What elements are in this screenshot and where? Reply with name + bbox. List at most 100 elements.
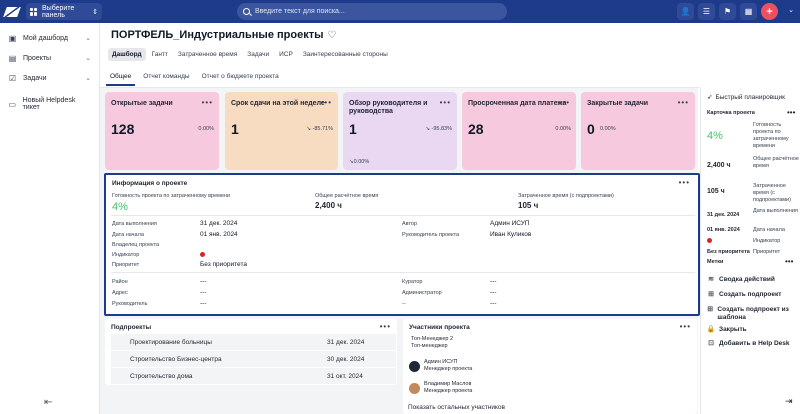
more-icon[interactable]: •••	[785, 257, 793, 266]
subtab-budget-report[interactable]: Отчет о бюджете проекта	[198, 71, 283, 86]
sidebar-item-dashboard[interactable]: ▣ Мой дашборд ⌄	[0, 28, 99, 48]
kpi-card-open-tasks[interactable]: Открытые задачи ••• 128 0.00%	[105, 92, 219, 170]
member-group: Топ-Менеджер 2 Топ-менеджер	[411, 336, 453, 351]
more-icon[interactable]: •••	[559, 98, 570, 107]
tab-tasks[interactable]: Задачи	[243, 48, 273, 61]
sidebar-item-label: Мой дашборд	[23, 34, 68, 42]
sidebar-item-helpdesk[interactable]: ▭ Новый Helpdesk тикет	[0, 94, 99, 114]
collapse-sidebar-icon[interactable]: ⇤	[44, 397, 52, 408]
avatar[interactable]	[409, 361, 420, 372]
subtab-general[interactable]: Общее	[106, 71, 136, 86]
user-icon[interactable]: 👤	[677, 3, 694, 20]
kpi-card-overdue-payment[interactable]: Просроченная дата платежа ••• 28 0.00%	[462, 92, 576, 170]
calendar-icon[interactable]: ▦	[740, 3, 757, 20]
tab-dashboard[interactable]: Дашборд	[108, 48, 146, 61]
more-icon[interactable]: •••	[787, 108, 795, 117]
project-info-panel: Информация о проекте ••• Готовность прое…	[104, 173, 700, 316]
kpi-title: Срок сдачи на этой неделе	[231, 100, 325, 107]
member-item: Админ ИСУП Менеджер проекта	[424, 359, 472, 374]
subproject-name[interactable]: Строительство дома	[111, 373, 327, 380]
more-icon[interactable]: •••	[202, 98, 213, 107]
add-to-helpdesk-action[interactable]: ⊡ Добавить в Help Desk	[707, 340, 789, 348]
member-name[interactable]: Топ-Менеджер 2	[411, 336, 453, 343]
more-icon[interactable]: •••	[380, 322, 391, 331]
create-subproject-action[interactable]: ⊞ Создать подпроект	[707, 291, 781, 299]
field-value[interactable]: Иван Куликов	[490, 231, 531, 238]
show-more-members-link[interactable]: Показать остальных участников	[408, 404, 505, 413]
kpi-card-due-this-week[interactable]: Срок сдачи на этой неделе ••• 1 ↘ -85.71…	[225, 92, 338, 170]
create-subproject-template-action[interactable]: ⊞ Создать подпроект из шаблона	[707, 306, 799, 322]
field-value: 01 янв. 2024	[200, 231, 238, 238]
field-value: ---	[200, 289, 207, 296]
chevron-down-icon[interactable]: ⌄	[85, 74, 91, 82]
kpi-change-value: -85.71%	[312, 126, 334, 132]
tab-wbs[interactable]: ИСР	[275, 48, 297, 61]
stat-value: 4%	[112, 201, 128, 213]
readiness-value: 4%	[707, 130, 723, 142]
subproject-name[interactable]: Проектирование больницы	[111, 339, 327, 346]
panel-title: Подпроекты	[111, 324, 152, 331]
kpi-change: ↘ -95.83%	[425, 126, 452, 132]
tab-gantt[interactable]: Гантт	[148, 48, 172, 61]
field-label: Индикатор	[112, 252, 140, 258]
subproject-name[interactable]: Строительство Бизнес-центра	[111, 356, 327, 363]
kpi-title: Открытые задачи	[111, 100, 173, 107]
heart-icon[interactable]: ♡	[328, 30, 337, 41]
field-label: --	[402, 301, 406, 307]
add-button[interactable]: +	[761, 3, 778, 20]
page-title: ПОРТФЕЛЬ_Индустриальные проекты ♡	[111, 29, 336, 41]
sidebar-item-label: Проекты	[23, 54, 52, 62]
more-icon[interactable]: •••	[680, 322, 691, 331]
panel-select-label: Выберите панель	[42, 4, 75, 19]
chevron-down-icon[interactable]: ⌄	[85, 54, 91, 62]
more-icon[interactable]: •••	[440, 98, 451, 107]
stat-label: Затраченное время (с подпроектами)	[518, 193, 614, 199]
list-settings-icon[interactable]: ☰	[698, 3, 715, 20]
subproject-row[interactable]: Строительство дома 31 окт. 2024	[111, 368, 396, 384]
search-input[interactable]	[255, 8, 495, 15]
collapse-right-panel-icon[interactable]: ⇥	[785, 396, 793, 407]
search-box[interactable]	[237, 3, 507, 20]
kpi-change: 0.00%	[600, 126, 616, 132]
red-status-icon	[707, 238, 712, 243]
chevron-down-icon[interactable]: ⌄	[85, 34, 91, 42]
kpi-card-closed-tasks[interactable]: Закрытые задачи ••• 0 0.00%	[581, 92, 695, 170]
estimated-stat: Общее расчётное время 2,400 ч	[315, 193, 378, 210]
flag-icon[interactable]: ⚑	[719, 3, 736, 20]
sidebar-item-projects[interactable]: ▤ Проекты ⌄	[0, 48, 99, 68]
more-icon[interactable]: •••	[678, 98, 689, 107]
sidebar-item-tasks[interactable]: ☑ Задачи ⌄	[0, 68, 99, 88]
subprojects-panel: Подпроекты ••• Проектирование больницы 3…	[105, 319, 397, 385]
members-panel: Участники проекта ••• Топ-Менеджер 2 Топ…	[403, 319, 697, 414]
activity-summary-action[interactable]: ≋ Сводка действий	[707, 276, 775, 284]
project-card-title: Карточка проекта	[707, 110, 755, 116]
tab-stakeholders[interactable]: Заинтересованные стороны	[299, 48, 392, 61]
kpi-value: 0	[587, 121, 595, 137]
member-name[interactable]: Владимир Маслов	[424, 381, 472, 388]
field-value: ---	[490, 278, 497, 285]
member-name[interactable]: Админ ИСУП	[424, 359, 472, 366]
priority-value: Без приоритета	[707, 249, 750, 255]
estimated-label: Общее расчётное время	[753, 156, 799, 170]
more-icon[interactable]: •••	[321, 98, 332, 107]
subproject-row[interactable]: Проектирование больницы 31 дек. 2024	[111, 334, 396, 350]
subproject-row[interactable]: Строительство Бизнес-центра 30 дек. 2024	[111, 351, 396, 367]
close-project-action[interactable]: 🔒 Закрыть	[707, 326, 747, 334]
avatar[interactable]	[409, 383, 420, 394]
subtab-team-report[interactable]: Отчет команды	[139, 71, 193, 86]
field-value[interactable]: Админ ИСУП	[490, 220, 530, 227]
quick-planner-link[interactable]: ➶ Быстрый планировщик	[707, 93, 785, 102]
app-logo[interactable]	[0, 0, 24, 23]
panel-select[interactable]: Выберите панель ⇕	[26, 3, 102, 20]
field-value: Без приоритета	[200, 261, 247, 268]
trend-down-icon: ↘	[425, 126, 430, 132]
project-tabs: Дашборд Гантт Затраченное время Задачи И…	[108, 48, 392, 61]
kpi-title: Обзор руководителя и руководства	[349, 100, 428, 116]
chevron-down-icon[interactable]: ⌄	[788, 6, 794, 14]
kpi-card-manager-review[interactable]: Обзор руководителя и руководства ••• 1 ↘…	[343, 92, 457, 170]
tab-time-spent[interactable]: Затраченное время	[174, 48, 241, 61]
kpi-change: ↘ -85.71%	[306, 126, 333, 132]
field-label: Район	[112, 279, 128, 285]
red-status-icon	[200, 252, 205, 257]
more-icon[interactable]: •••	[679, 178, 690, 187]
